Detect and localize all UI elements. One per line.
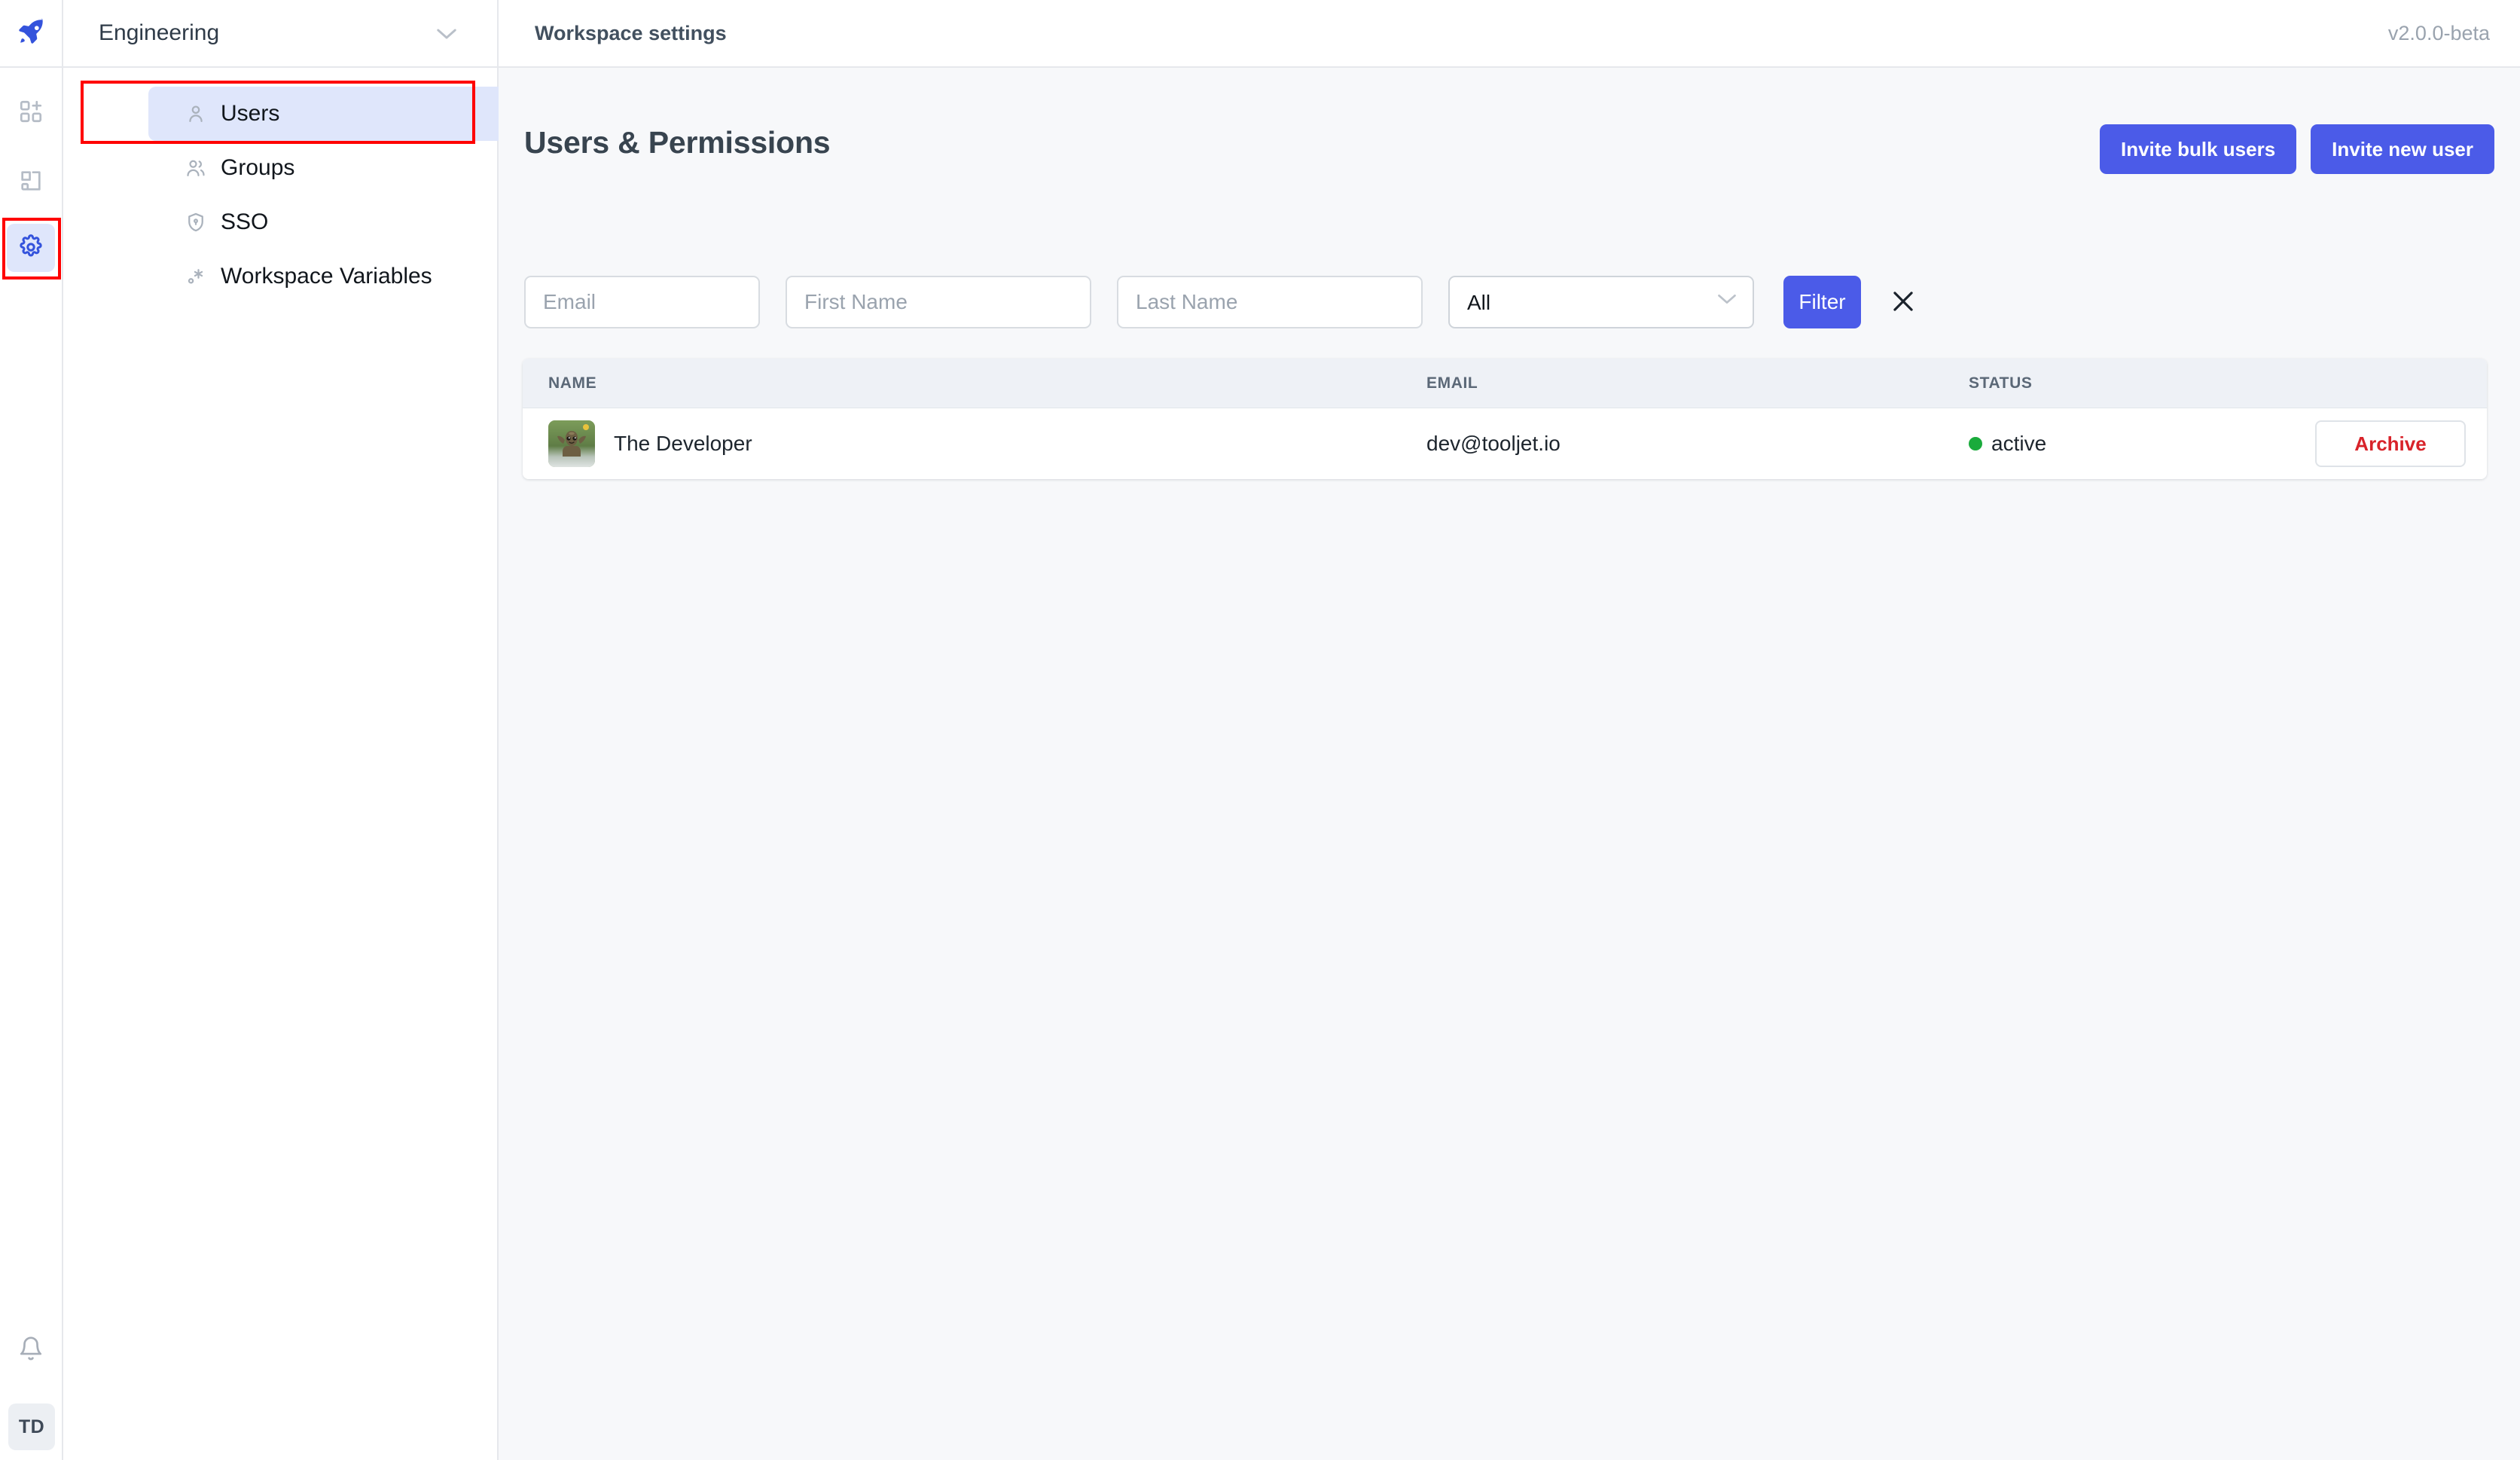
first-name-filter-input[interactable] (786, 276, 1091, 328)
sidebar-item-dashboard[interactable] (7, 158, 55, 206)
user-avatar-image (548, 420, 595, 467)
user-email: dev@tooljet.io (1426, 432, 1561, 455)
table-row-content: The Developer dev@tooljet.io active (523, 408, 2487, 479)
user-name: The Developer (614, 432, 752, 455)
users-icon (180, 157, 212, 179)
sidebar-item-workspace-variables[interactable]: Workspace Variables (148, 249, 534, 304)
app-logo[interactable] (0, 0, 62, 68)
rocket-icon (15, 16, 47, 51)
last-name-filter-input[interactable] (1117, 276, 1423, 328)
version-label: v2.0.0-beta (2387, 21, 2490, 44)
sidebar-item-label: Users (221, 101, 280, 126)
bell-icon (18, 1336, 44, 1365)
main-content: Users & Permissions Invite bulk users In… (499, 68, 2520, 1460)
grid-plus-icon (18, 99, 44, 128)
settings-sidebar: Users Groups SSO Workspace Variables (63, 68, 534, 1460)
sidebar-item-settings[interactable] (7, 224, 55, 272)
sidebar-item-label: SSO (221, 209, 269, 234)
email-filter-input[interactable] (524, 276, 760, 328)
sidebar-item-groups[interactable]: Groups (148, 141, 534, 195)
invite-new-user-button[interactable]: Invite new user (2311, 124, 2494, 174)
column-header-email: EMAIL (1426, 374, 1478, 392)
users-table: NAME EMAIL STATUS The Developer dev@tool… (523, 359, 2487, 479)
table-row: The Developer dev@tooljet.io active Arch… (523, 408, 2487, 479)
sidebar-item-label: Groups (221, 155, 295, 180)
variable-icon (180, 266, 212, 287)
icon-rail: TD (0, 0, 63, 1460)
clear-filters-button[interactable] (1885, 284, 1921, 320)
table-header-row: NAME EMAIL STATUS (523, 359, 2487, 408)
role-filter-wrapper: All (1448, 276, 1754, 328)
header-actions: Invite bulk users Invite new user (2099, 124, 2494, 174)
status-dot-icon (1969, 437, 1982, 451)
gear-icon (17, 233, 44, 264)
invite-bulk-users-button[interactable]: Invite bulk users (2099, 124, 2297, 174)
sidebar-item-label: Workspace Variables (221, 264, 432, 289)
filter-row: All Filter (524, 276, 2494, 328)
column-header-name: NAME (548, 374, 597, 392)
workspace-name: Engineering (99, 20, 220, 45)
close-icon (1889, 287, 1917, 318)
notifications-button[interactable] (7, 1326, 55, 1374)
avatar[interactable]: TD (8, 1403, 55, 1450)
column-header-status: STATUS (1969, 374, 2033, 392)
archive-button[interactable]: Archive (2315, 420, 2466, 467)
page-breadcrumb: Workspace settings (535, 21, 727, 44)
sidebar-item-sso[interactable]: SSO (148, 195, 534, 249)
user-icon (180, 103, 212, 124)
sidebar-item-add-app[interactable] (7, 89, 55, 137)
shield-lock-icon (180, 212, 212, 233)
page-title: Users & Permissions (524, 125, 831, 160)
status-label: active (1991, 432, 2047, 455)
workspace-switcher[interactable]: Engineering (63, 0, 499, 68)
filter-button[interactable]: Filter (1783, 276, 1861, 328)
sidebar-item-users[interactable]: Users (148, 87, 534, 141)
role-filter-select[interactable]: All (1448, 276, 1754, 328)
chevron-down-icon (435, 27, 458, 44)
main-header: Workspace settings v2.0.0-beta (499, 0, 2520, 68)
cell-name: The Developer (523, 420, 1426, 467)
layout-icon (18, 168, 44, 197)
